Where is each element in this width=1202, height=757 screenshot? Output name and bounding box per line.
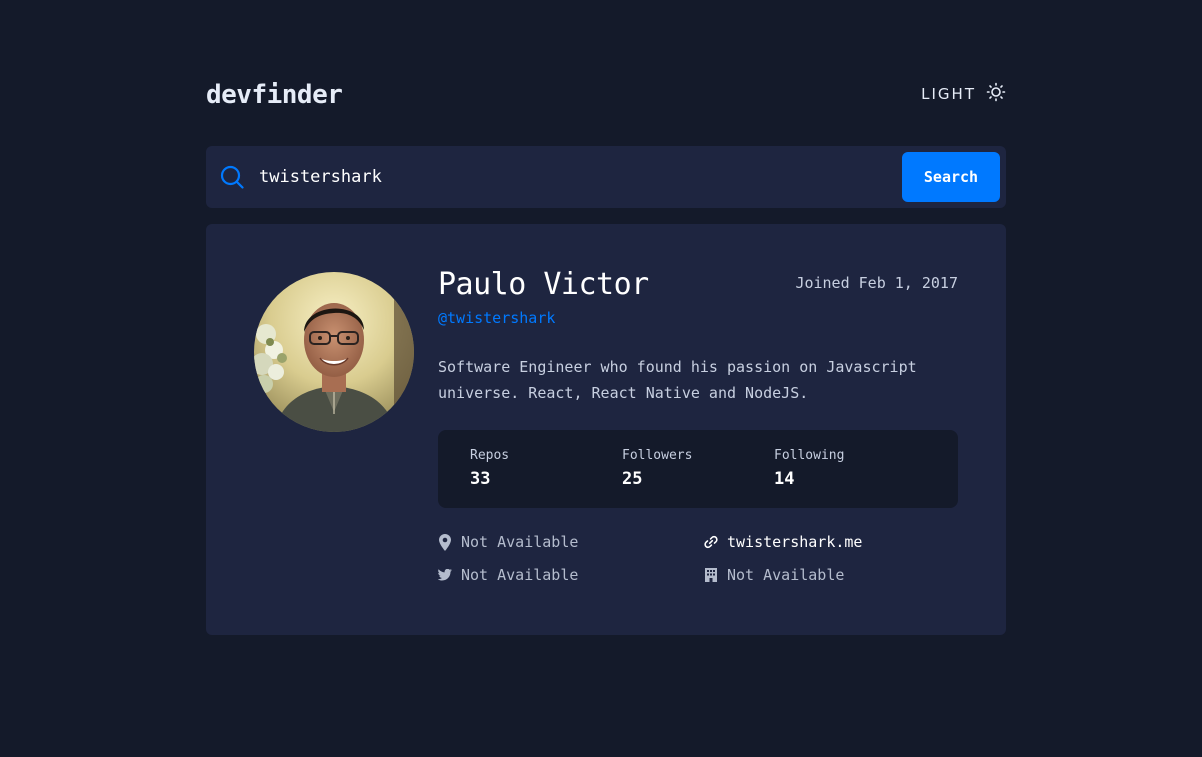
stat-value: 25 [622, 469, 643, 489]
stat-label: Following [774, 448, 845, 463]
logo: devfinder [206, 80, 343, 110]
profile-name: Paulo Victor [438, 267, 649, 302]
search-bar: Search [206, 146, 1006, 208]
stat-following: Following 14 [774, 446, 844, 492]
building-icon [704, 566, 718, 584]
stat-followers: Followers 25 [622, 446, 692, 492]
profile-handle-link[interactable]: @twistershark [438, 309, 555, 327]
twitter-item: Not Available [438, 565, 578, 585]
theme-toggle-label: LIGHT [921, 85, 976, 103]
company-item: Not Available [704, 565, 844, 585]
stat-label: Repos [470, 448, 510, 463]
location-pin-icon [438, 533, 452, 551]
website-item[interactable]: twistershark.me [704, 532, 862, 552]
search-input[interactable] [259, 162, 879, 192]
website-link[interactable]: twistershark.me [727, 532, 862, 552]
bio-line: universe. React, React Native and NodeJS… [438, 384, 809, 402]
joined-date: Joined Feb 1, 2017 [795, 274, 958, 292]
search-button[interactable]: Search [902, 152, 1000, 202]
stats-panel: Repos 33 Followers 25 Following 14 [438, 430, 958, 508]
stat-label: Followers [622, 448, 693, 463]
profile-card: Paulo Victor Joined Feb 1, 2017 @twister… [206, 224, 1006, 635]
search-icon [220, 165, 244, 189]
header: devfinder LIGHT [206, 78, 1006, 112]
twitter-text: Not Available [461, 566, 579, 584]
stat-value: 33 [470, 469, 491, 489]
profile-bio: Software Engineer who found his passion … [438, 354, 968, 406]
location-text: Not Available [461, 533, 579, 551]
twitter-icon [438, 566, 452, 584]
link-icon [704, 533, 718, 551]
profile-links: Not Available twistershark.me Not Availa… [438, 530, 968, 590]
stat-repos: Repos 33 [470, 446, 509, 492]
avatar [254, 272, 414, 432]
sun-icon [986, 82, 1006, 106]
bio-line: Software Engineer who found his passion … [438, 358, 917, 376]
stat-value: 14 [774, 469, 795, 489]
theme-toggle-button[interactable]: LIGHT [921, 82, 1006, 106]
location-item: Not Available [438, 532, 578, 552]
company-text: Not Available [727, 566, 845, 584]
